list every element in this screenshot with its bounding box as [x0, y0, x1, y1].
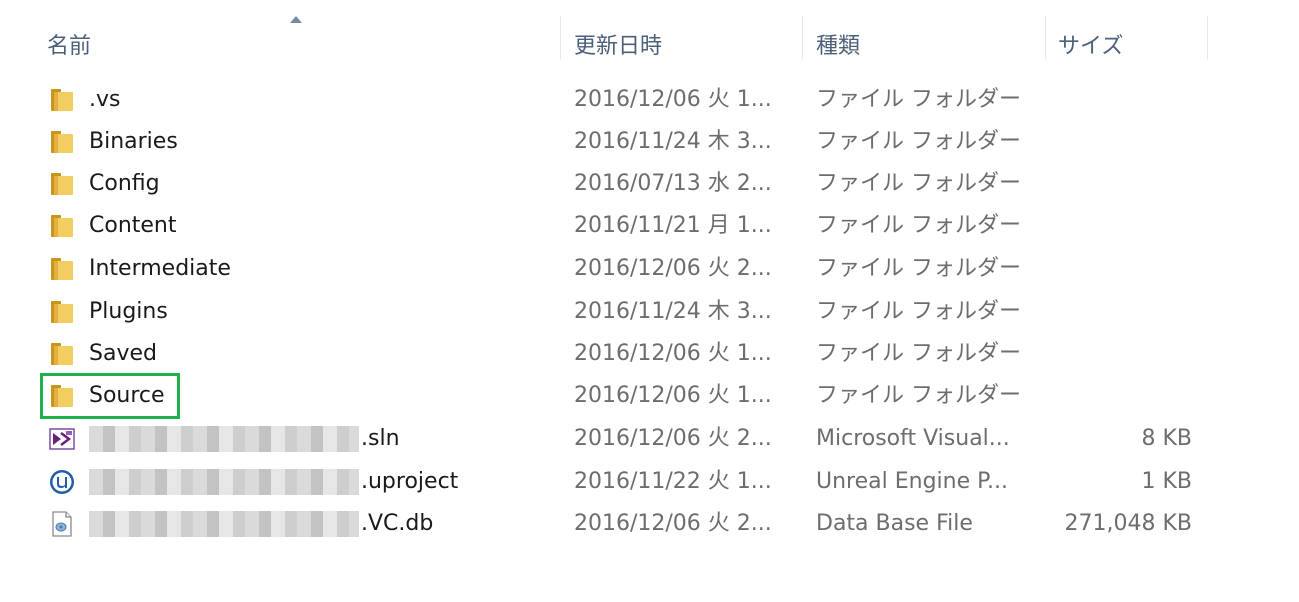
- file-size: [1050, 333, 1192, 375]
- file-type: Microsoft Visual...: [816, 426, 1010, 451]
- list-item[interactable]: .VC.db 2016/12/06 火 2... Data Base File …: [40, 503, 1200, 545]
- file-date: 2016/11/24 木 3...: [574, 299, 772, 324]
- redacted-filename: [89, 469, 359, 495]
- highlight-box: [40, 373, 180, 419]
- column-divider[interactable]: [1207, 16, 1208, 60]
- file-name: Intermediate: [89, 256, 231, 281]
- list-item[interactable]: Saved 2016/12/06 火 1... ファイル フォルダー: [40, 333, 1200, 375]
- file-size: [1050, 375, 1192, 417]
- folder-icon: [51, 258, 73, 280]
- list-item[interactable]: Intermediate 2016/12/06 火 2... ファイル フォルダ…: [40, 248, 1200, 290]
- file-size: [1050, 291, 1192, 333]
- column-divider[interactable]: [1045, 16, 1046, 60]
- folder-icon: [51, 301, 73, 323]
- redacted-filename: [89, 511, 359, 537]
- file-date: 2016/12/06 火 2...: [574, 256, 772, 281]
- file-type: ファイル フォルダー: [816, 129, 1021, 154]
- column-divider[interactable]: [560, 16, 561, 60]
- file-name: Binaries: [89, 129, 178, 154]
- folder-icon: [51, 215, 73, 237]
- file-size: [1050, 163, 1192, 205]
- list-item[interactable]: Binaries 2016/11/24 木 3... ファイル フォルダー: [40, 121, 1200, 163]
- file-date: 2016/12/06 火 1...: [574, 341, 772, 366]
- column-header-name[interactable]: 名前: [47, 28, 91, 60]
- file-size: [1050, 79, 1192, 121]
- redacted-filename: [89, 426, 359, 452]
- file-size: [1050, 248, 1192, 290]
- file-date: 2016/11/21 月 1...: [574, 213, 772, 238]
- folder-icon: [51, 343, 73, 365]
- list-item[interactable]: .vs 2016/12/06 火 1... ファイル フォルダー: [40, 79, 1200, 121]
- file-type: ファイル フォルダー: [816, 341, 1021, 366]
- file-extension: .uproject: [361, 469, 459, 494]
- file-date: 2016/12/06 火 2...: [574, 426, 772, 451]
- file-size: 271,048 KB: [1064, 511, 1193, 536]
- file-name: .sln: [89, 418, 559, 460]
- file-extension: .VC.db: [361, 511, 434, 536]
- file-type: ファイル フォルダー: [816, 299, 1021, 324]
- list-item[interactable]: Content 2016/11/21 月 1... ファイル フォルダー: [40, 205, 1200, 247]
- file-date: 2016/12/06 火 2...: [574, 511, 772, 536]
- file-name: Content: [89, 213, 177, 238]
- folder-icon: [51, 131, 73, 153]
- list-item[interactable]: .uproject 2016/11/22 火 1... Unreal Engin…: [40, 461, 1200, 503]
- file-date: 2016/12/06 火 1...: [574, 383, 772, 408]
- file-type: ファイル フォルダー: [816, 213, 1021, 238]
- file-name: Config: [89, 171, 160, 196]
- database-file-icon: [52, 511, 72, 537]
- unreal-engine-icon: [50, 470, 74, 494]
- column-header-date[interactable]: 更新日時: [574, 28, 662, 60]
- file-size: 1 KB: [1141, 469, 1192, 494]
- file-date: 2016/11/22 火 1...: [574, 469, 772, 494]
- file-name: Saved: [89, 341, 157, 366]
- visual-studio-solution-icon: [49, 428, 75, 450]
- file-type: ファイル フォルダー: [816, 87, 1021, 112]
- sort-ascending-icon: [290, 16, 302, 23]
- column-header-size[interactable]: サイズ: [1058, 28, 1123, 60]
- file-explorer-view: 名前 更新日時 種類 サイズ .vs 2016/12/06 火 1... ファイ…: [0, 0, 1299, 602]
- file-size: [1050, 205, 1192, 247]
- folder-icon: [51, 173, 73, 195]
- list-item[interactable]: .sln 2016/12/06 火 2... Microsoft Visual.…: [40, 418, 1200, 460]
- file-type: ファイル フォルダー: [816, 383, 1021, 408]
- column-divider[interactable]: [802, 16, 803, 60]
- file-size: 8 KB: [1141, 426, 1192, 451]
- file-type: Unreal Engine P...: [816, 469, 1008, 494]
- file-extension: .sln: [361, 426, 400, 451]
- list-item[interactable]: Config 2016/07/13 水 2... ファイル フォルダー: [40, 163, 1200, 205]
- column-header-type[interactable]: 種類: [816, 28, 860, 60]
- file-type: Data Base File: [816, 511, 973, 536]
- list-item[interactable]: Source 2016/12/06 火 1... ファイル フォルダー: [40, 375, 1200, 417]
- list-item[interactable]: Plugins 2016/11/24 木 3... ファイル フォルダー: [40, 291, 1200, 333]
- file-name: Plugins: [89, 299, 168, 324]
- folder-icon: [51, 89, 73, 111]
- file-date: 2016/12/06 火 1...: [574, 87, 772, 112]
- column-header-bar: 名前 更新日時 種類 サイズ: [0, 0, 1299, 74]
- file-date: 2016/07/13 水 2...: [574, 171, 772, 196]
- file-type: ファイル フォルダー: [816, 256, 1021, 281]
- file-name: .uproject: [89, 461, 559, 503]
- file-name: .VC.db: [89, 503, 559, 545]
- file-date: 2016/11/24 木 3...: [574, 129, 772, 154]
- file-name: .vs: [89, 87, 121, 112]
- file-type: ファイル フォルダー: [816, 171, 1021, 196]
- file-size: [1050, 121, 1192, 163]
